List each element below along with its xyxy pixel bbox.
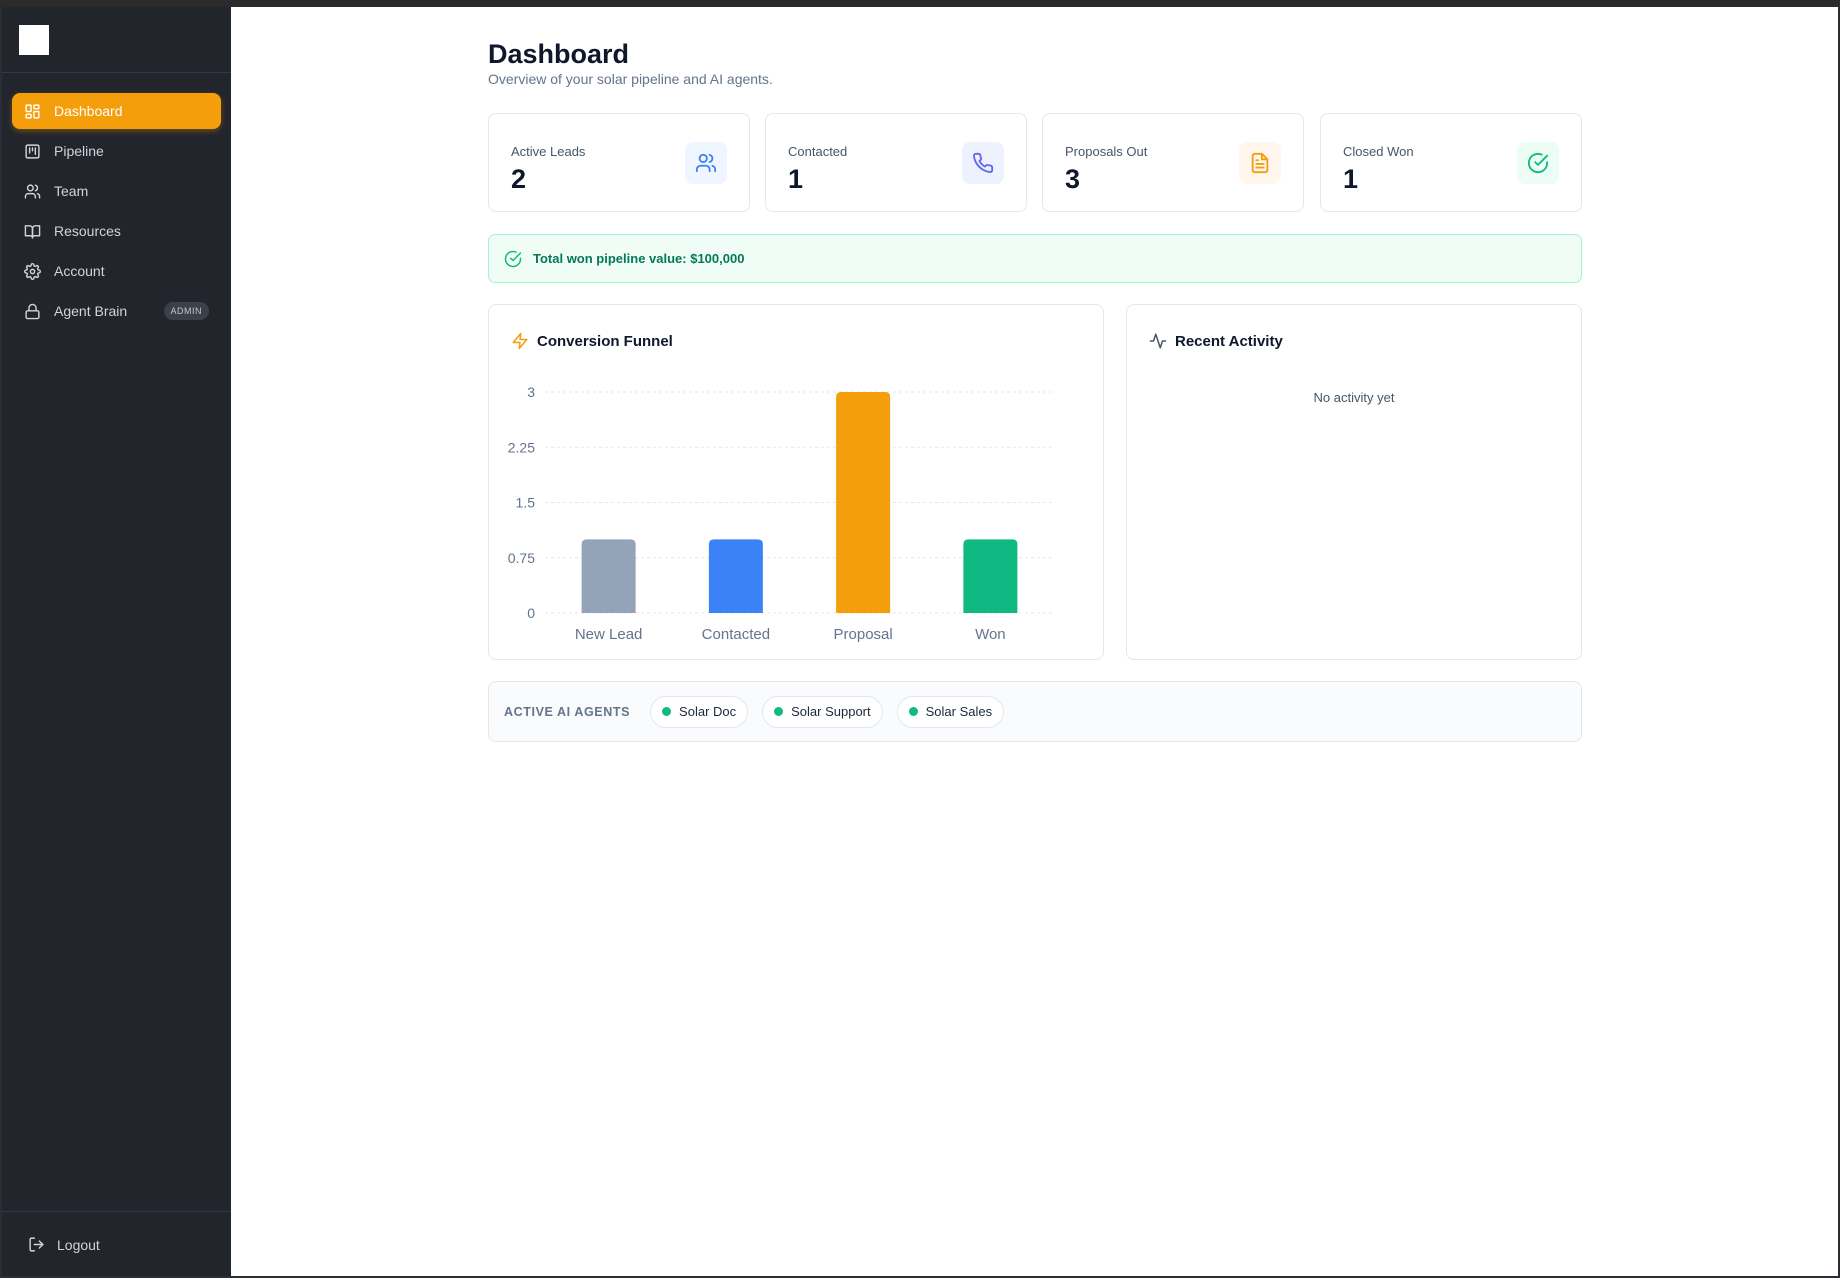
stat-icon-box (685, 142, 727, 184)
stat-icon-box (1517, 142, 1559, 184)
funnel-chart: 0 0.75 1.5 2.25 3 New Lead Contacted Proposal Wo… (508, 384, 1054, 643)
gear-icon (24, 262, 41, 280)
stat-icon-box (962, 142, 1004, 184)
status-dot (908, 707, 918, 716)
conversion-funnel-panel: 0 0.75 1.5 2.25 3 New Lead Contacted Proposal Wo… (488, 304, 1104, 660)
sidebar-footer: Logout (2, 1211, 231, 1278)
won-value-banner: Total won pipeline value: $100,000 (488, 234, 1582, 283)
y-tick-label: 0.75 (508, 550, 535, 566)
stat-card-closed-won: Closed Won 1 (1320, 113, 1582, 212)
logout-label: Logout (57, 1236, 100, 1253)
stat-value: 1 (788, 164, 804, 194)
sidebar-item-agent-brain[interactable]: Agent Brain ADMIN (12, 293, 221, 329)
lock-icon (25, 303, 40, 319)
lightning-icon (512, 332, 528, 350)
bar-contacted (708, 539, 763, 613)
agent-name: Solar Support (791, 704, 871, 719)
agent-chip-solar-sales[interactable]: Solar Sales (896, 695, 1005, 728)
x-tick-label: Contacted (702, 626, 770, 643)
agent-name: Solar Sales (925, 704, 993, 719)
y-tick-label: 1.5 (516, 495, 536, 511)
stat-label: Proposals Out (1065, 144, 1148, 159)
activity-icon (1149, 333, 1167, 349)
logout-button[interactable]: Logout (28, 1236, 100, 1253)
y-tick-label: 2.25 (508, 439, 535, 455)
agents-label: ACTIVE AI AGENTS (504, 704, 631, 719)
panel-title-text: Recent Activity (1175, 332, 1283, 350)
logout-icon (29, 1237, 44, 1252)
sidebar-header (2, 7, 231, 73)
sidebar-item-dashboard[interactable]: Dashboard (12, 93, 221, 129)
panel-title: Conversion Funnel (511, 332, 673, 350)
activity-empty-state: No activity yet (1313, 390, 1395, 405)
check-circle-icon (1527, 152, 1549, 174)
agent-chip-solar-doc[interactable]: Solar Doc (650, 695, 749, 728)
sidebar-item-label: Team (54, 183, 89, 199)
admin-badge: ADMIN (163, 302, 209, 320)
pipeline-icon (25, 143, 40, 159)
sidebar-item-team[interactable]: Team (12, 173, 221, 209)
stat-label: Active Leads (511, 144, 586, 159)
bar-won (963, 539, 1018, 613)
users-icon (695, 153, 717, 173)
document-icon (1251, 152, 1269, 174)
agent-name: Solar Doc (679, 704, 737, 719)
page-title: Dashboard (488, 39, 630, 69)
stat-value: 3 (1065, 164, 1081, 194)
active-agents-bar: ACTIVE AI AGENTS Solar Doc Solar Support… (488, 681, 1582, 742)
app-logo[interactable] (19, 25, 49, 55)
x-tick-label: New Lead (575, 626, 643, 643)
y-tick-label: 0 (527, 605, 535, 621)
book-icon (24, 224, 41, 239)
sidebar-item-label: Agent Brain (54, 303, 128, 319)
sidebar-item-label: Dashboard (54, 103, 123, 119)
stat-card-contacted: Contacted 1 (765, 113, 1027, 212)
status-dot (662, 707, 672, 716)
sidebar-item-resources[interactable]: Resources (12, 213, 221, 249)
sidebar: Dashboard Pipeline Team Resources Accoun… (0, 7, 231, 1278)
sidebar-item-pipeline[interactable]: Pipeline (12, 133, 221, 169)
sidebar-item-label: Resources (54, 223, 121, 239)
phone-icon (973, 152, 994, 174)
status-dot (774, 707, 784, 716)
x-tick-label: Proposal (834, 626, 893, 643)
stat-value: 2 (511, 164, 527, 194)
stat-value: 1 (1343, 164, 1359, 194)
agent-chip-solar-support[interactable]: Solar Support (762, 695, 883, 728)
panel-title: Recent Activity (1149, 332, 1283, 350)
stat-label: Contacted (788, 144, 848, 159)
banner-text: Total won pipeline value: $100,000 (533, 251, 745, 266)
stat-card-active-leads: Active Leads 2 (488, 113, 750, 212)
page-subtitle: Overview of your solar pipeline and AI a… (488, 71, 773, 87)
panel-title-text: Conversion Funnel (537, 332, 673, 350)
stat-label: Closed Won (1343, 144, 1414, 159)
stat-icon-box (1239, 142, 1281, 184)
stat-card-proposals-out: Proposals Out 3 (1042, 113, 1304, 212)
bar-proposal (836, 392, 891, 613)
window-top-bar (0, 0, 1840, 7)
x-tick-label: Won (975, 626, 1006, 643)
sidebar-item-label: Account (54, 263, 105, 279)
sidebar-item-label: Pipeline (54, 143, 104, 159)
check-circle-icon (504, 250, 522, 267)
team-icon (24, 183, 41, 199)
dashboard-icon (25, 103, 40, 119)
sidebar-nav: Dashboard Pipeline Team Resources Accoun… (2, 73, 231, 329)
bar-new-lead (581, 539, 636, 613)
sidebar-item-account[interactable]: Account (12, 253, 221, 289)
recent-activity-panel: Recent Activity No activity yet (1126, 304, 1582, 660)
y-tick-label: 3 (527, 384, 535, 400)
